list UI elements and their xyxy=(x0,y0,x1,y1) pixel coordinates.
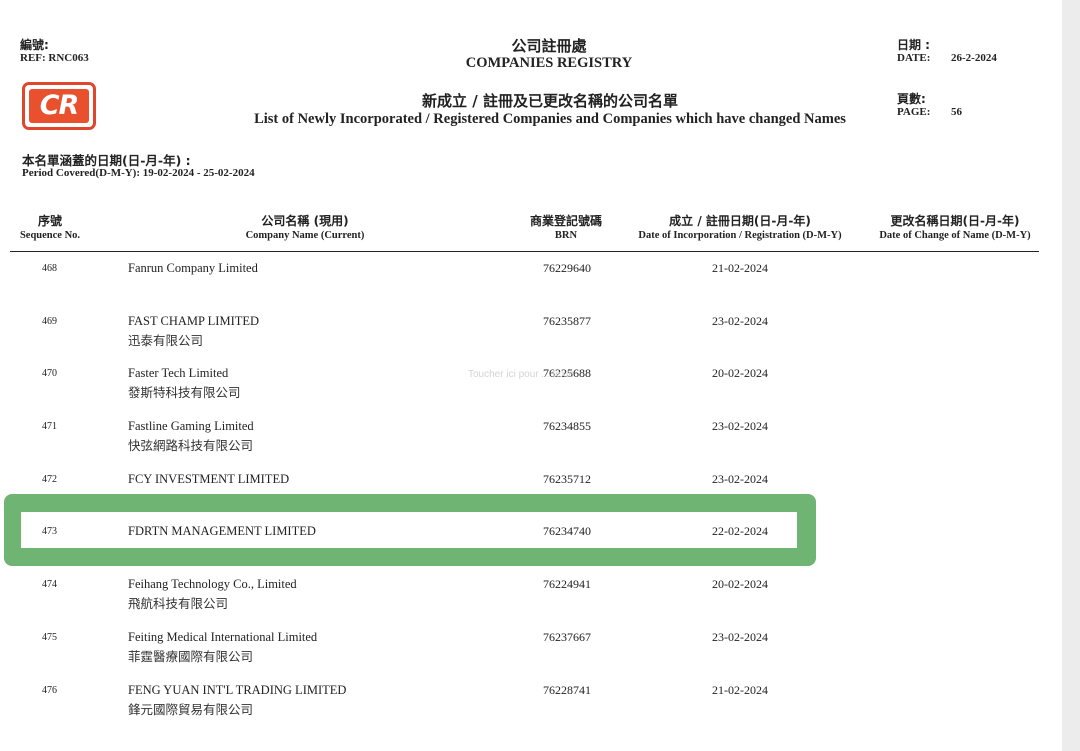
company-name-cn: 飛航科技有限公司 xyxy=(128,596,229,611)
table-row-highlighted: 473 FDRTN MANAGEMENT LIMITED 76234740 22… xyxy=(0,517,1062,570)
row-sequence: 470 xyxy=(42,368,57,379)
row-sequence: 472 xyxy=(42,474,57,485)
incorporation-date: 21-02-2024 xyxy=(712,261,768,275)
incorporation-date: 23-02-2024 xyxy=(712,314,768,328)
column-header-incorporation-date: 成立 / 註冊日期(日-月-年) Date of Incorporation /… xyxy=(620,212,860,241)
tap-to-select-hint: Toucher ici pour ... texte xyxy=(468,369,575,380)
date-label: DATE: xyxy=(897,52,931,64)
page-label: PAGE: xyxy=(897,106,931,118)
column-header-name-change-date-en: Date of Change of Name (D-M-Y) xyxy=(879,230,1031,241)
company-name-en: FCY INVESTMENT LIMITED xyxy=(128,472,290,486)
column-header-sequence-en: Sequence No. xyxy=(19,230,81,241)
row-sequence: 473 xyxy=(42,526,57,537)
row-sequence: 475 xyxy=(42,632,57,643)
column-header-name-change-date-cn: 更改名稱日期(日-月-年) xyxy=(890,214,1020,228)
period-covered: Period Covered(D-M-Y): 19-02-2024 - 25-0… xyxy=(22,167,255,179)
table-row: 475 Feiting Medical International Limite… xyxy=(0,623,1062,676)
company-name-en: Fanrun Company Limited xyxy=(128,261,258,275)
column-header-brn: 商業登記號碼 BRN xyxy=(511,212,621,241)
brn-value: 76228741 xyxy=(543,683,591,697)
row-sequence: 468 xyxy=(42,263,57,274)
table-row: 468 Fanrun Company Limited 76229640 21-0… xyxy=(0,254,1062,307)
row-sequence: 476 xyxy=(42,685,57,696)
company-name-cn: 鋒元國際貿易有限公司 xyxy=(128,702,254,717)
column-header-incorporation-date-cn: 成立 / 註冊日期(日-月-年) xyxy=(669,214,811,228)
incorporation-date: 21-02-2024 xyxy=(712,683,768,697)
table-row: 471 Fastline Gaming Limited 快弦網路科技有限公司 7… xyxy=(0,412,1062,465)
header-divider xyxy=(10,251,1039,252)
table-row: 476 FENG YUAN INT'L TRADING LIMITED 鋒元國際… xyxy=(0,676,1062,729)
company-name-cn: 發斯特科技有限公司 xyxy=(128,385,241,400)
page-label-cn: 頁數: xyxy=(897,92,926,106)
brn-value: 76235877 xyxy=(543,314,591,328)
company-name-cn: 快弦網路科技有限公司 xyxy=(128,438,254,453)
company-name-en: FDRTN MANAGEMENT LIMITED xyxy=(128,524,316,538)
row-sequence: 474 xyxy=(42,579,57,590)
company-name-en: FAST CHAMP LIMITED xyxy=(128,314,260,328)
table-row: 470 Faster Tech Limited 發斯特科技有限公司 762256… xyxy=(0,359,1062,412)
table-row: 469 FAST CHAMP LIMITED 迅泰有限公司 76235877 2… xyxy=(0,307,1062,360)
company-name-en: Faster Tech Limited xyxy=(128,366,229,380)
row-sequence: 471 xyxy=(42,421,57,432)
table-row: 474 Feihang Technology Co., Limited 飛航科技… xyxy=(0,570,1062,623)
column-header-company-name-en: Company Name (Current) xyxy=(245,230,365,241)
incorporation-date: 22-02-2024 xyxy=(712,524,768,538)
column-header-name-change-date: 更改名稱日期(日-月-年) Date of Change of Name (D-… xyxy=(868,212,1042,241)
company-name-en: FENG YUAN INT'L TRADING LIMITED xyxy=(128,683,347,697)
incorporation-date: 23-02-2024 xyxy=(712,472,768,486)
column-header-company-name-cn: 公司名稱 (現用) xyxy=(261,214,349,228)
column-header-incorporation-date-en: Date of Incorporation / Registration (D-… xyxy=(638,230,842,241)
column-header-brn-en: BRN xyxy=(554,230,578,241)
brn-value: 76237667 xyxy=(543,630,591,644)
date-value: 26-2-2024 xyxy=(951,52,997,64)
column-header-sequence: 序號 Sequence No. xyxy=(10,212,90,241)
incorporation-date: 20-02-2024 xyxy=(712,577,768,591)
company-name-cn: 菲霆醫療國際有限公司 xyxy=(128,649,254,664)
brn-value: 76234855 xyxy=(543,419,591,433)
incorporation-date: 23-02-2024 xyxy=(712,630,768,644)
date-label-cn: 日期 : xyxy=(897,38,930,52)
row-sequence: 469 xyxy=(42,316,57,327)
incorporation-date: 23-02-2024 xyxy=(712,419,768,433)
brn-value: 76224941 xyxy=(543,577,591,591)
column-header-brn-cn: 商業登記號碼 xyxy=(529,214,602,228)
column-header-company-name: 公司名稱 (現用) Company Name (Current) xyxy=(200,212,410,241)
brn-value: 76234740 xyxy=(543,524,591,538)
brn-value: 76235712 xyxy=(543,472,591,486)
company-name-cn: 迅泰有限公司 xyxy=(128,333,204,348)
table-row: 472 FCY INVESTMENT LIMITED 76235712 23-0… xyxy=(0,465,1062,518)
incorporation-date: 20-02-2024 xyxy=(712,366,768,380)
column-header-sequence-cn: 序號 xyxy=(37,214,62,228)
company-name-en: Fastline Gaming Limited xyxy=(128,419,254,433)
page-value: 56 xyxy=(951,106,962,118)
brn-value: 76229640 xyxy=(543,261,591,275)
company-name-en: Feiting Medical International Limited xyxy=(128,630,318,644)
company-name-en: Feihang Technology Co., Limited xyxy=(128,577,297,591)
